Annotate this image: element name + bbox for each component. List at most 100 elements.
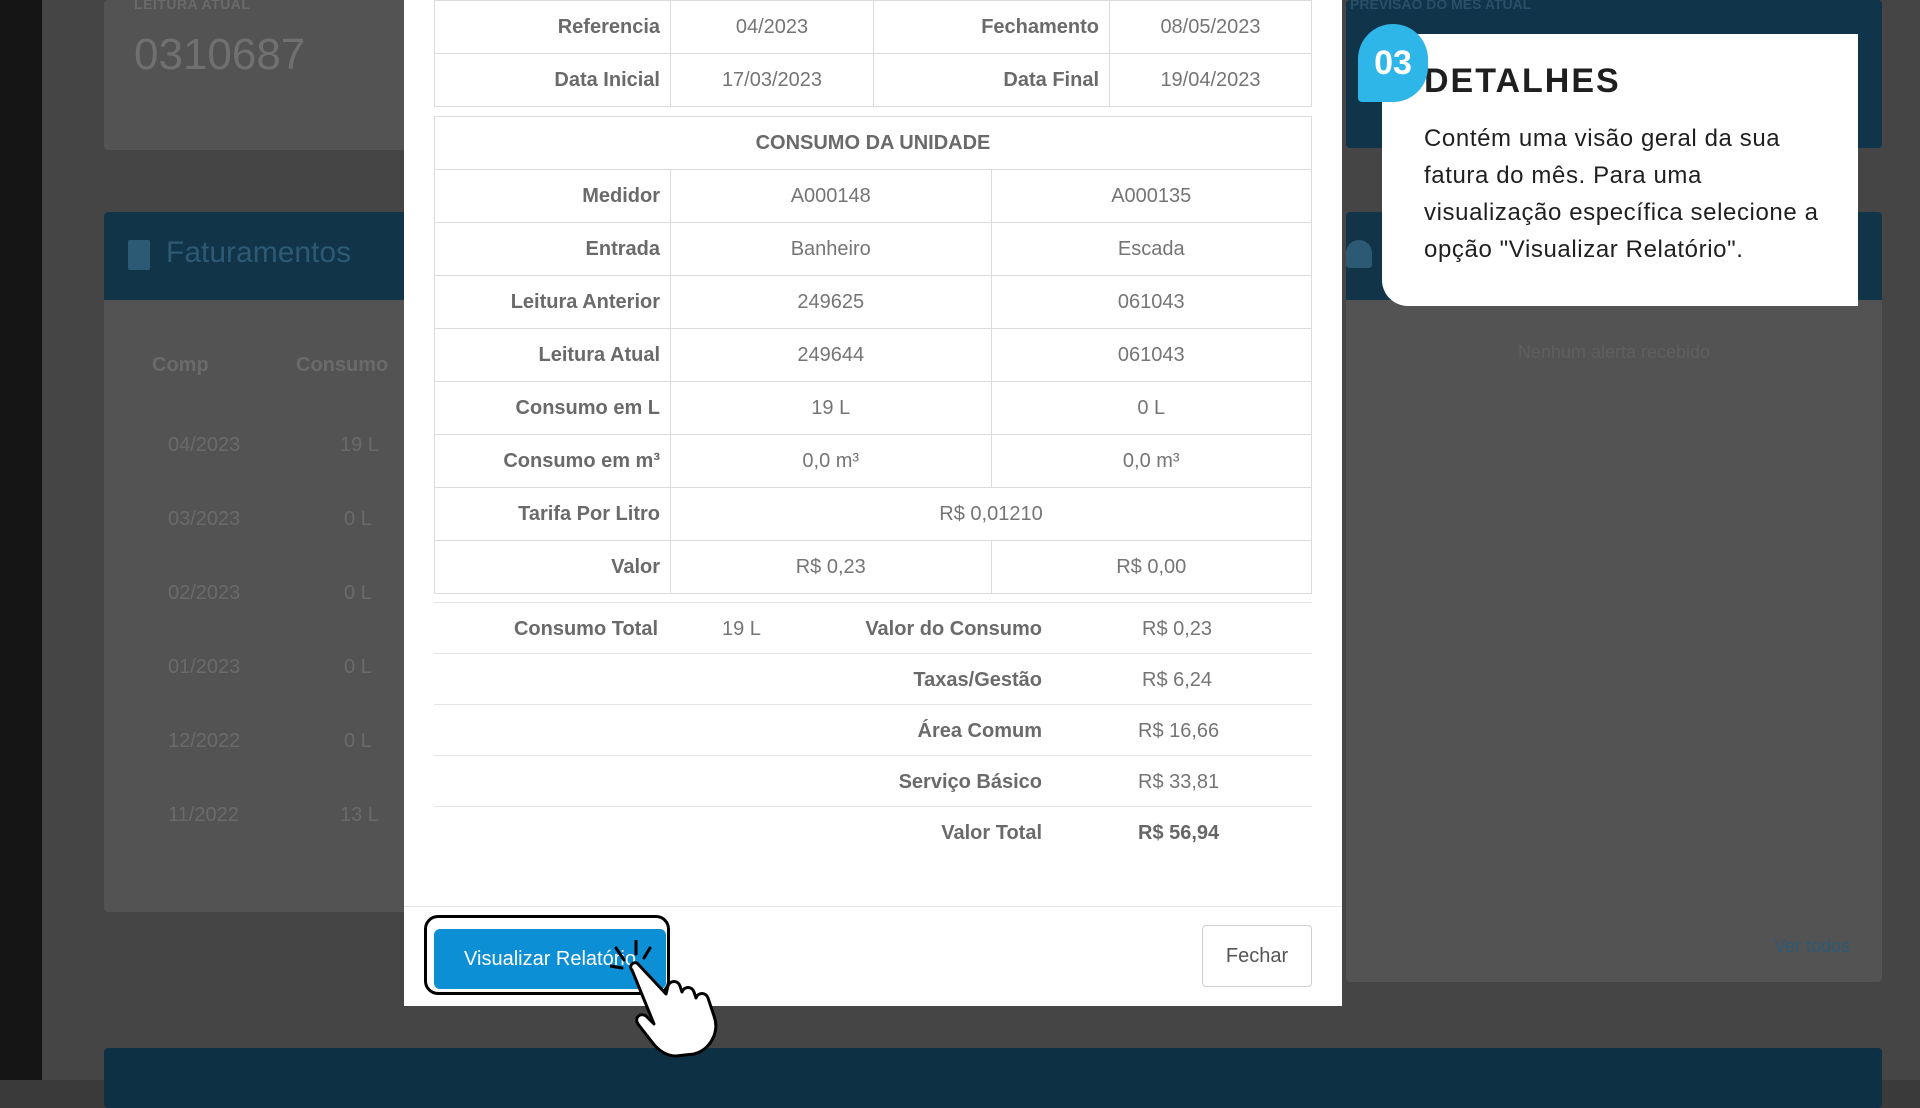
valor-a-value: R$ 0,23	[670, 540, 992, 594]
billing-col-comp[interactable]: Comp	[152, 354, 209, 377]
summary-row: Serviço Básico R$ 33,81	[434, 755, 1312, 806]
billing-comp: 12/2022	[168, 730, 241, 752]
valor-label: Valor	[434, 540, 671, 594]
meter-a-value: Banheiro	[670, 222, 992, 276]
current-reading-card: LEITURA ATUAL 0310687	[104, 0, 444, 150]
tarifa-value: R$ 0,01210	[670, 487, 1312, 541]
billing-consumo: 0 L	[344, 730, 372, 752]
data-final-value: 19/04/2023	[1109, 53, 1312, 107]
table-row: Leitura Atual 249644 061043	[434, 328, 1312, 382]
table-row: Medidor A000148 A000135	[434, 169, 1312, 223]
billing-consumo: 19 L	[340, 434, 379, 456]
invoice-info-table: Referencia 04/2023 Fechamento 08/05/2023…	[434, 0, 1312, 107]
table-row: Tarifa Por Litro R$ 0,01210	[434, 487, 1312, 541]
billing-header: Faturamentos	[104, 212, 444, 300]
invoice-summary: Consumo Total 19 L Valor do Consumo R$ 0…	[434, 602, 1312, 857]
billing-row[interactable]: 04/2023 19 L	[104, 434, 444, 508]
data-inicial-value: 17/03/2023	[670, 53, 874, 107]
valor-total-value: R$ 56,94	[1138, 822, 1220, 844]
row-label: Medidor	[434, 169, 671, 223]
taxas-label: Taxas/Gestão	[913, 669, 1042, 691]
referencia-label: Referencia	[434, 0, 671, 54]
data-final-label: Data Final	[873, 53, 1110, 107]
billing-comp: 04/2023	[168, 434, 241, 456]
area-comum-value: R$ 16,66	[1138, 720, 1220, 742]
row-label: Leitura Anterior	[434, 275, 671, 329]
meter-b-value: 0,0 m³	[990, 434, 1312, 488]
row-label: Consumo em L	[434, 381, 671, 435]
fechamento-label: Fechamento	[873, 0, 1110, 54]
table-row: Consumo em m³ 0,0 m³ 0,0 m³	[434, 434, 1312, 488]
table-row: Entrada Banheiro Escada	[434, 222, 1312, 276]
meter-b-value: 0 L	[990, 381, 1312, 435]
tarifa-label: Tarifa Por Litro	[434, 487, 671, 541]
consumption-title: CONSUMO DA UNIDADE	[434, 116, 1312, 170]
billing-row[interactable]: 11/2022 13 L	[104, 804, 444, 878]
callout-text: Contém uma visão geral da sua fatura do …	[1424, 125, 1819, 263]
unit-consumption-table: CONSUMO DA UNIDADE Medidor A000148 A0001…	[434, 116, 1312, 594]
alerts-card: Nenhum alerta recebido Ver todos	[1346, 212, 1882, 982]
billing-row[interactable]: 03/2023 0 L	[104, 508, 444, 582]
billing-row[interactable]: 12/2022 0 L	[104, 730, 444, 804]
billing-consumo: 0 L	[344, 508, 372, 530]
consumo-total-label: Consumo Total	[513, 618, 658, 640]
billing-row[interactable]: 02/2023 0 L	[104, 582, 444, 656]
servico-basico-label: Serviço Básico	[898, 771, 1042, 793]
summary-row: Área Comum R$ 16,66	[434, 704, 1312, 755]
meter-a-value: 249644	[670, 328, 992, 382]
meter-a-value: 19 L	[670, 381, 992, 435]
valor-b-value: R$ 0,00	[990, 540, 1312, 594]
meter-a-value: A000148	[670, 169, 992, 223]
billing-consumo: 0 L	[344, 582, 372, 604]
billing-card: Faturamentos Comp Consumo 04/2023 19 L 0…	[104, 212, 444, 912]
details-callout: DETALHES Contém uma visão geral da sua f…	[1382, 34, 1858, 306]
meter-b-value: A000135	[990, 169, 1312, 223]
servico-basico-value: R$ 33,81	[1138, 771, 1220, 793]
step-number-badge: 03	[1358, 24, 1428, 102]
data-inicial-label: Data Inicial	[434, 53, 671, 107]
close-button[interactable]: Fechar	[1202, 925, 1312, 987]
no-alerts-text: Nenhum alerta recebido	[1517, 342, 1711, 362]
valor-total-label: Valor Total	[941, 822, 1042, 844]
referencia-value: 04/2023	[670, 0, 874, 54]
file-icon	[128, 240, 150, 270]
valor-consumo-value: R$ 0,23	[1142, 618, 1213, 640]
see-all-link[interactable]: Ver todos	[1774, 936, 1850, 957]
billing-title: Faturamentos	[166, 236, 352, 269]
current-reading-value: 0310687	[134, 30, 306, 79]
billing-col-consumo[interactable]: Consumo	[296, 354, 388, 377]
pointer-hand-icon	[610, 940, 718, 1058]
meter-a-value: 249625	[670, 275, 992, 329]
modal-footer: Visualizar Relatório Fechar	[404, 906, 1342, 1007]
row-label: Entrada	[434, 222, 671, 276]
billing-row[interactable]: 01/2023 0 L	[104, 656, 444, 730]
callout-title: DETALHES	[1424, 62, 1621, 100]
billing-comp: 03/2023	[168, 508, 241, 530]
bell-icon	[1346, 240, 1372, 268]
current-reading-label: LEITURA ATUAL	[134, 0, 251, 12]
fechamento-value: 08/05/2023	[1109, 0, 1312, 54]
billing-comp: 01/2023	[168, 656, 241, 678]
bottom-card	[104, 1048, 1882, 1108]
meter-b-value: 061043	[990, 328, 1312, 382]
sidebar	[0, 0, 42, 1080]
forecast-label: PREVISÃO DO MÊS ATUAL	[1350, 0, 1532, 12]
invoice-details-modal: Referencia 04/2023 Fechamento 08/05/2023…	[404, 0, 1342, 1006]
row-label: Consumo em m³	[434, 434, 671, 488]
billing-comp: 02/2023	[168, 582, 241, 604]
meter-b-value: Escada	[990, 222, 1312, 276]
taxas-value: R$ 6,24	[1142, 669, 1213, 691]
billing-comp: 11/2022	[168, 804, 239, 826]
table-row: Leitura Anterior 249625 061043	[434, 275, 1312, 329]
meter-a-value: 0,0 m³	[670, 434, 992, 488]
consumo-total-value: 19 L	[722, 618, 761, 640]
valor-consumo-label: Valor do Consumo	[865, 618, 1042, 640]
billing-consumo: 0 L	[344, 656, 372, 678]
summary-row: Taxas/Gestão R$ 6,24	[434, 653, 1312, 704]
table-row: Consumo em L 19 L 0 L	[434, 381, 1312, 435]
meter-b-value: 061043	[990, 275, 1312, 329]
billing-consumo: 13 L	[340, 804, 379, 826]
table-row: Valor R$ 0,23 R$ 0,00	[434, 540, 1312, 594]
summary-row: Valor Total R$ 56,94	[434, 806, 1312, 857]
summary-row: Consumo Total 19 L Valor do Consumo R$ 0…	[434, 602, 1312, 653]
